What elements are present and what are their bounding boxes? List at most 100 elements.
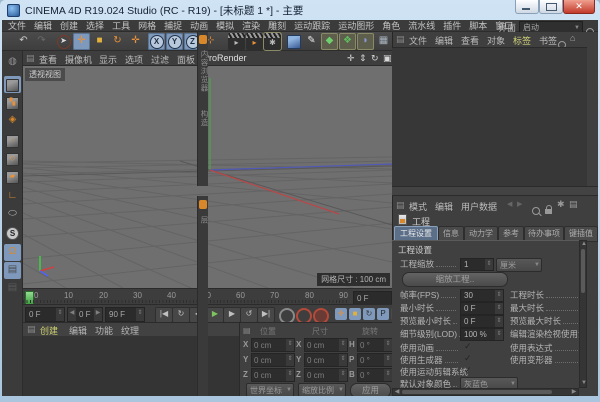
mat-menu-texture[interactable]: 纹理 bbox=[121, 324, 139, 337]
object-list[interactable] bbox=[392, 47, 587, 186]
close-button[interactable]: ✕ bbox=[563, 0, 595, 14]
vp-menu-filter[interactable]: 过滤 bbox=[151, 53, 169, 66]
next-key-button[interactable]: ↺ bbox=[240, 307, 258, 323]
menu-script[interactable]: 脚本 bbox=[469, 20, 487, 32]
menu-motion-tracker[interactable]: 运动跟踪 bbox=[294, 20, 330, 32]
am-lock-icon[interactable] bbox=[545, 201, 552, 219]
axis-y-lock-button[interactable]: Y bbox=[166, 33, 183, 50]
vp-zoom-icon[interactable]: ⇕ bbox=[359, 53, 367, 64]
goto-end-button[interactable]: ▶| bbox=[257, 307, 275, 323]
am-panel-menu-icon[interactable]: ▤ bbox=[396, 200, 405, 211]
scroll-down-icon[interactable]: ▼ bbox=[580, 380, 588, 387]
om-home-icon[interactable]: ⌂ bbox=[570, 33, 575, 43]
floor-environment-button[interactable]: ▦ bbox=[375, 33, 392, 50]
snap-magnet-button[interactable]: Ω bbox=[4, 244, 21, 261]
side-tab-structure[interactable]: 构造 bbox=[199, 110, 210, 127]
live-selection-button[interactable]: ➤ bbox=[55, 33, 72, 50]
om-menu-tags[interactable]: 标签 bbox=[513, 34, 531, 47]
menu-mograph[interactable]: 运动图形 bbox=[338, 20, 374, 32]
next-frame-button[interactable]: ▶ bbox=[223, 307, 241, 323]
use-motion-system-checkbox[interactable]: ✓ bbox=[464, 365, 472, 376]
menu-tools[interactable]: 工具 bbox=[112, 20, 130, 32]
align-workplane-button[interactable]: ▤ bbox=[4, 280, 21, 297]
rotate-tool-button[interactable]: ↻ bbox=[109, 33, 126, 50]
render-view-button[interactable]: ▸ bbox=[228, 33, 245, 50]
goto-start-button[interactable]: |◀ bbox=[155, 307, 173, 323]
am-settings-gear-icon[interactable]: ✱ bbox=[557, 199, 565, 210]
render-picture-viewer-button[interactable]: ▸ bbox=[246, 33, 263, 50]
lock-workplane-button[interactable]: ▤ bbox=[4, 262, 21, 279]
menu-snap[interactable]: 捕捉 bbox=[164, 20, 182, 32]
vp-menu-display[interactable]: 显示 bbox=[99, 53, 117, 66]
om-menu-edit[interactable]: 编辑 bbox=[435, 34, 453, 47]
subdivision-surface-button[interactable]: ◆ bbox=[321, 33, 338, 50]
key-parameter-toggle[interactable]: P bbox=[377, 308, 389, 320]
next-arrow-icon[interactable]: ▶ bbox=[94, 308, 102, 321]
play-button[interactable]: ▶ bbox=[206, 307, 224, 323]
polygons-mode-button[interactable]: ▰ bbox=[4, 168, 21, 185]
om-menu-bookmarks[interactable]: 书签 bbox=[539, 34, 557, 47]
am-history-back-icon[interactable]: ◀ bbox=[507, 200, 512, 208]
maximize-button[interactable] bbox=[539, 0, 563, 14]
key-rotation-toggle[interactable]: ↻ bbox=[363, 308, 375, 320]
viewport-panel-menu-icon[interactable]: ▤ bbox=[26, 53, 35, 64]
scroll-left-icon[interactable]: ◀ bbox=[393, 389, 401, 396]
workplane-mode-button[interactable]: ◈ bbox=[4, 112, 21, 129]
key-position-toggle[interactable]: ✛ bbox=[335, 308, 347, 320]
om-menu-file[interactable]: 文件 bbox=[409, 34, 427, 47]
size-z-field[interactable]: 0 cm⇕ bbox=[304, 368, 348, 382]
rotation-b-field[interactable]: 0 °⇕ bbox=[357, 368, 393, 382]
menu-edit[interactable]: 编辑 bbox=[34, 20, 52, 32]
viewport-solo-button[interactable]: ⬭ bbox=[4, 206, 21, 223]
mat-menu-edit[interactable]: 编辑 bbox=[69, 324, 87, 337]
use-generators-checkbox[interactable]: ✓ bbox=[464, 353, 472, 364]
rotation-p-field[interactable]: 0 °⇕ bbox=[357, 353, 393, 367]
use-animation-checkbox[interactable]: ✓ bbox=[464, 341, 472, 352]
project-scale-field[interactable]: 1⇕ bbox=[460, 258, 494, 271]
move-tool-button[interactable]: ✛ bbox=[73, 33, 90, 50]
size-x-field[interactable]: 0 cm⇕ bbox=[304, 338, 348, 352]
spline-pen-button[interactable]: ✎ bbox=[303, 33, 320, 50]
add-cube-button[interactable] bbox=[285, 33, 302, 50]
menu-character[interactable]: 角色 bbox=[382, 20, 400, 32]
am-menu-userdata[interactable]: 用户数据 bbox=[461, 200, 497, 213]
deformer-button[interactable]: ◗ bbox=[357, 33, 374, 50]
coordinate-system-dropdown[interactable]: 世界坐标▼ bbox=[246, 383, 294, 396]
edges-mode-button[interactable]: ◇ bbox=[4, 150, 21, 167]
om-menu-view[interactable]: 查看 bbox=[461, 34, 479, 47]
am-history-forward-icon[interactable]: ▶ bbox=[517, 200, 522, 208]
enable-axis-button[interactable]: ∟ bbox=[4, 188, 21, 205]
menu-select[interactable]: 选择 bbox=[86, 20, 104, 32]
default-color-dropdown[interactable]: 灰蓝色▼ bbox=[460, 377, 518, 388]
mat-menu-create[interactable]: 创建 bbox=[40, 324, 58, 337]
start-frame-field[interactable]: 0 F⇕ bbox=[25, 307, 65, 322]
side-tab-content-browser[interactable]: 内容浏览器 bbox=[199, 50, 210, 93]
am-horizontal-scrollbar[interactable]: ◀ ▶ bbox=[392, 388, 579, 396]
redo-button[interactable]: ↷ bbox=[33, 33, 50, 50]
menu-animate[interactable]: 动画 bbox=[190, 20, 208, 32]
vp-menu-options[interactable]: 选项 bbox=[125, 53, 143, 66]
am-menu-edit[interactable]: 编辑 bbox=[435, 200, 453, 213]
side-tab-layers[interactable]: 层 bbox=[199, 216, 210, 225]
undo-button[interactable]: ↶ bbox=[15, 33, 32, 50]
menu-sculpt[interactable]: 雕刻 bbox=[268, 20, 286, 32]
generator-button[interactable]: ❖ bbox=[339, 33, 356, 50]
am-search-icon[interactable] bbox=[532, 202, 540, 220]
scrollbar-thumb[interactable] bbox=[402, 390, 552, 394]
vp-menu-cameras[interactable]: 摄像机 bbox=[65, 53, 92, 66]
render-settings-button[interactable]: ✱ bbox=[264, 33, 281, 50]
scrollbar-thumb[interactable] bbox=[581, 249, 585, 293]
scroll-up-icon[interactable]: ▲ bbox=[580, 241, 588, 248]
menu-file[interactable]: 文件 bbox=[8, 20, 26, 32]
material-panel-menu-icon[interactable]: ▤ bbox=[27, 324, 36, 335]
am-vertical-scrollbar[interactable]: ▲ ▼ bbox=[579, 240, 587, 388]
project-scale-unit-dropdown[interactable]: 厘米▼ bbox=[496, 258, 542, 272]
menu-render[interactable]: 渲染 bbox=[242, 20, 260, 32]
vp-menu-view[interactable]: 查看 bbox=[39, 53, 57, 66]
spinner-icon[interactable]: ⇕ bbox=[56, 308, 64, 321]
layer-manager-icon[interactable] bbox=[199, 200, 207, 209]
vp-pan-icon[interactable]: ✛ bbox=[347, 53, 355, 64]
vp-toggle-views-icon[interactable]: ▣ bbox=[383, 53, 392, 64]
om-menu-objects[interactable]: 对象 bbox=[487, 34, 505, 47]
content-browser-icon[interactable] bbox=[199, 35, 207, 44]
